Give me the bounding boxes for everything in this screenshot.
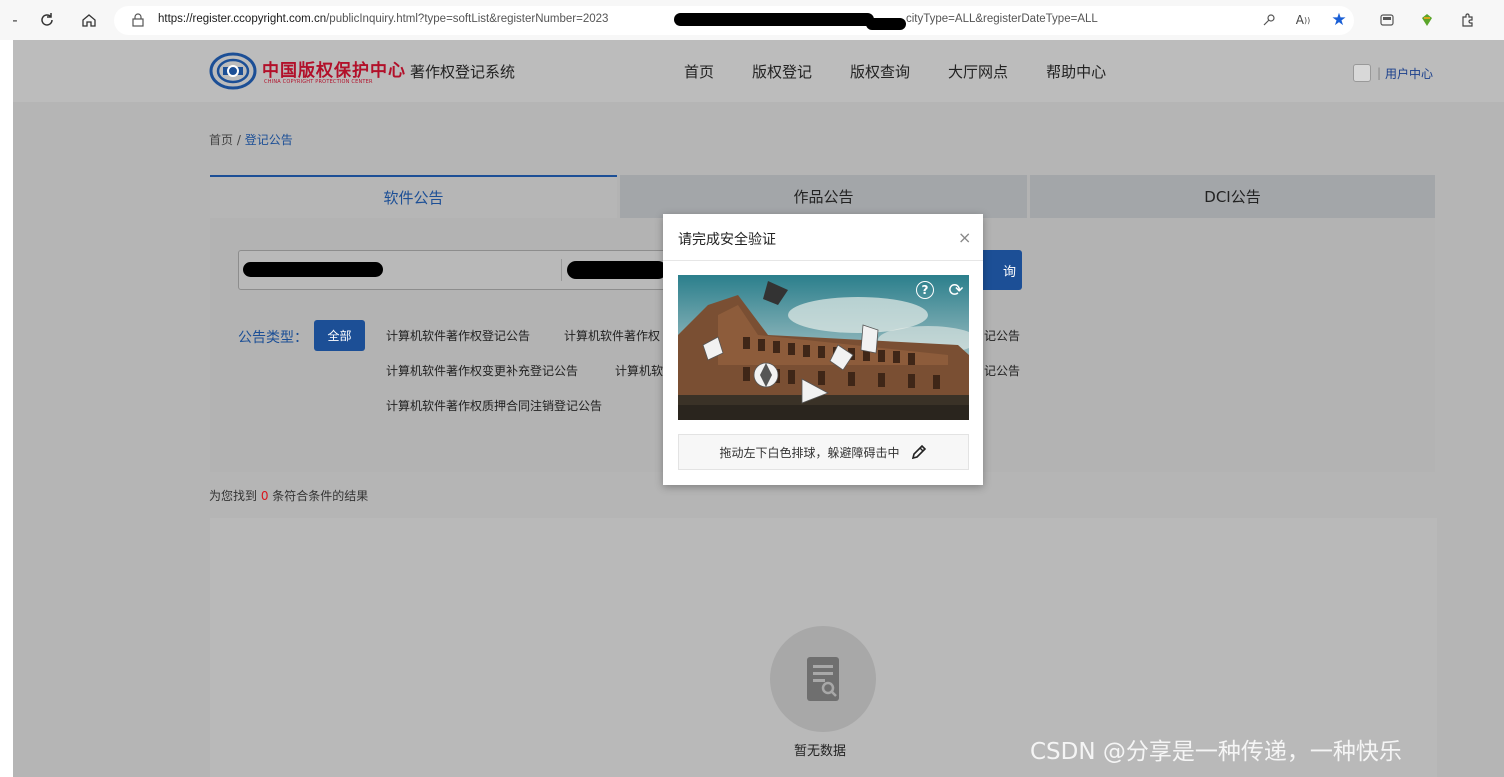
captcha-instruction: 拖动左下白色排球，躲避障碍击中 — [678, 434, 969, 470]
left-gutter — [0, 40, 13, 777]
nav-help-center[interactable]: 帮助中心 — [1046, 61, 1106, 82]
address-bar[interactable]: https://register.ccopyright.com.cn/publi… — [114, 6, 1354, 35]
main-nav: 首页 版权登记 版权查询 大厅网点 帮助中心 — [684, 61, 1144, 82]
breadcrumb: 首页 / 登记公告 — [209, 133, 293, 147]
document-search-icon — [807, 657, 839, 701]
search-input[interactable] — [238, 250, 668, 290]
filter-item[interactable]: 计算机软件著作权登记公告 — [386, 327, 530, 344]
tab-software[interactable]: 软件公告 — [210, 175, 617, 218]
divider — [663, 260, 983, 261]
read-aloud-icon[interactable]: A)) — [1292, 9, 1314, 31]
filter-item[interactable]: 记公告 — [984, 327, 1020, 344]
tab-works[interactable]: 作品公告 — [620, 175, 1027, 218]
collections-icon[interactable] — [1376, 9, 1398, 31]
dialog-title: 请完成安全验证 — [678, 232, 776, 248]
empty-state — [770, 626, 876, 732]
pencil-icon — [911, 444, 926, 460]
tab-dci[interactable]: DCI公告 — [1030, 175, 1435, 218]
user-center-link[interactable]: | 用户中心 — [1353, 64, 1433, 82]
nav-copyright-query[interactable]: 版权查询 — [850, 61, 910, 82]
key-icon[interactable] — [1258, 9, 1280, 31]
back-icon[interactable]: - — [4, 9, 26, 31]
url-text-tail: cityType=ALL&registerDateType=ALL — [906, 13, 1098, 25]
filter-item[interactable]: 计算机软件著作权 — [564, 327, 660, 344]
url-text: https://register.ccopyright.com.cn/publi… — [158, 13, 609, 25]
close-icon[interactable]: × — [958, 228, 971, 247]
refresh-icon[interactable]: ⟳ — [946, 280, 966, 301]
extension-icon[interactable] — [1416, 9, 1438, 31]
favorite-star-icon[interactable]: ★ — [1328, 9, 1350, 31]
logo-chinese-name: 中国版权保护中心 — [262, 61, 406, 81]
filter-item[interactable]: 计算机软件著作权质押合同注销登记公告 — [386, 397, 602, 414]
filter-item[interactable]: 记公告 — [984, 362, 1020, 379]
redaction — [866, 18, 906, 30]
nav-home[interactable]: 首页 — [684, 61, 714, 82]
site-header: 中国版权保护中心 CHINA COPYRIGHT PROTECTION CENT… — [13, 40, 1504, 102]
redaction — [674, 13, 874, 26]
reload-icon[interactable] — [36, 9, 58, 31]
csdn-watermark: CSDN @分享是一种传递，一种快乐 — [1030, 739, 1402, 765]
redaction — [567, 261, 667, 279]
page-info-icon[interactable] — [130, 12, 146, 28]
system-name: 著作权登记系统 — [410, 63, 516, 81]
nav-copyright-registration[interactable]: 版权登记 — [752, 61, 812, 82]
logo-english-name: CHINA COPYRIGHT PROTECTION CENTER — [264, 79, 373, 85]
captcha-puzzle-image[interactable]: ? ⟳ — [678, 275, 969, 420]
breadcrumb-current: 登记公告 — [244, 133, 293, 147]
tab-bar: 软件公告 作品公告 DCI公告 — [210, 175, 1435, 218]
avatar — [1353, 64, 1371, 82]
filter-item[interactable]: 计算机软 — [615, 362, 663, 379]
filter-all-button[interactable]: 全部 — [314, 320, 365, 351]
result-count: 为您找到 0 条符合条件的结果 — [209, 489, 369, 503]
empty-text: 暂无数据 — [794, 744, 847, 759]
site-logo[interactable]: 中国版权保护中心 CHINA COPYRIGHT PROTECTION CENT… — [209, 52, 405, 90]
browser-toolbar: - https://register.ccopyright.com.cn/pub… — [0, 0, 1504, 40]
home-icon[interactable] — [78, 9, 100, 31]
extensions-puzzle-icon[interactable] — [1456, 9, 1478, 31]
copyright-emblem-icon — [209, 52, 257, 90]
filter-item[interactable]: 计算机软件著作权变更补充登记公告 — [386, 362, 578, 379]
captcha-dialog: 请完成安全验证 × ? ⟳ 拖动左下白色排球，躲避障碍击中 — [663, 214, 983, 485]
announcement-type-label: 公告类型： — [238, 330, 308, 346]
help-icon[interactable]: ? — [916, 281, 934, 299]
nav-service-halls[interactable]: 大厅网点 — [948, 61, 1008, 82]
user-center-label: 用户中心 — [1385, 66, 1434, 81]
search-button[interactable]: 询 — [980, 250, 1022, 290]
breadcrumb-home[interactable]: 首页 — [209, 133, 233, 147]
redaction — [243, 262, 383, 277]
